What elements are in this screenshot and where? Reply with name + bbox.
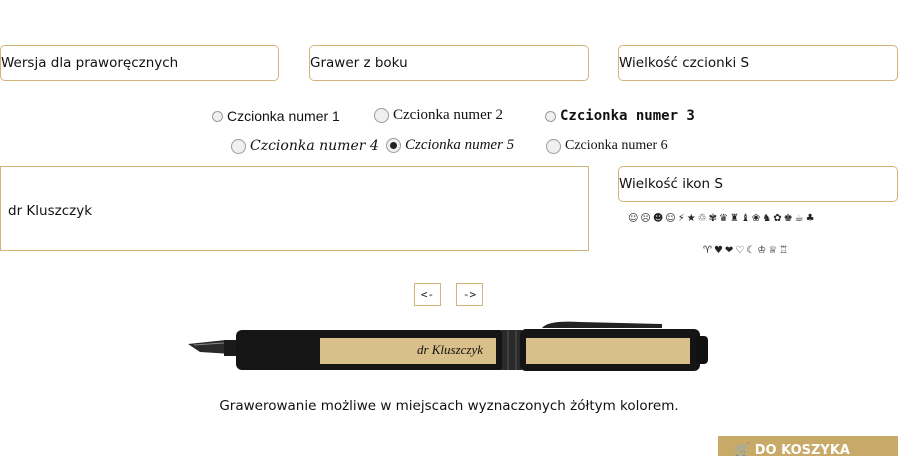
pen-grip [224, 340, 238, 356]
pen-clip [542, 321, 662, 328]
icon-size-select[interactable]: Wielkość ikon S [618, 166, 898, 202]
radio-button[interactable] [374, 108, 389, 123]
font-option-label: Czcionka numer 4 [250, 138, 379, 154]
next-button[interactable]: -> [456, 283, 483, 306]
font-option-1[interactable]: Czcionka numer 1 [212, 108, 340, 124]
radio-button[interactable] [212, 110, 223, 122]
radio-button[interactable] [545, 110, 556, 122]
font-size-select[interactable]: Wielkość czcionki S [618, 45, 898, 81]
hand-version-select[interactable]: Wersja dla praworęcznych [0, 45, 279, 81]
cart-button-label: DO KOSZYKA [754, 443, 850, 456]
font-option-label: Czcionka numer 3 [560, 108, 695, 124]
font-option-6[interactable]: Czcionka numer 6 [546, 138, 668, 154]
font-option-label: Czcionka numer 5 [405, 137, 515, 153]
font-option-label: Czcionka numer 6 [565, 138, 668, 153]
engraving-text-input[interactable]: dr Kluszczyk [0, 166, 589, 251]
icon-picker-row-1[interactable]: ☺☹☻☺⚡★♲✾♛♜♝❀♞✿♚☕♣ [628, 213, 817, 224]
pen-preview-text: dr Kluszczyk [417, 342, 483, 357]
engraving-area-cap [526, 338, 690, 364]
font-option-3[interactable]: Czcionka numer 3 [545, 108, 695, 124]
font-option-label: Czcionka numer 2 [393, 107, 503, 123]
font-option-5[interactable]: Czcionka numer 5 [386, 137, 514, 154]
engraving-note: Grawerowanie możliwe w miejscach wyznacz… [219, 398, 679, 414]
engrave-side-select[interactable]: Grawer z boku [309, 45, 589, 81]
add-to-cart-button[interactable]: 🛒 DO KOSZYKA [718, 436, 898, 456]
cart-icon: 🛒 [734, 443, 751, 456]
radio-button[interactable] [546, 138, 561, 154]
radio-button[interactable] [386, 138, 401, 153]
prev-button[interactable]: <- [414, 283, 441, 306]
font-option-label: Czcionka numer 1 [227, 108, 340, 124]
font-option-4[interactable]: Czcionka numer 4 [231, 138, 379, 154]
icon-picker-row-2[interactable]: ♈♥❤♡☾♔♕♖ [703, 245, 790, 256]
font-option-2[interactable]: Czcionka numer 2 [374, 107, 503, 124]
pen-preview: dr Kluszczyk [188, 321, 708, 371]
radio-button[interactable] [231, 138, 246, 154]
